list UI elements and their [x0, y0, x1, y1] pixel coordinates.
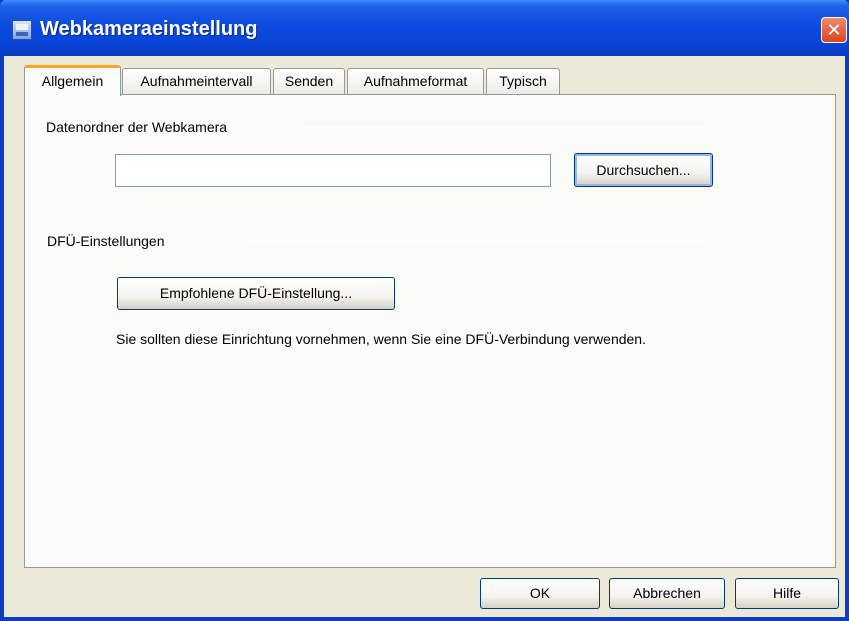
help-button-label: Hilfe: [772, 585, 801, 601]
recommended-dialup-button[interactable]: Empfohlene DFÜ-Einstellung...: [117, 277, 395, 310]
tab-allgemein[interactable]: Allgemein: [24, 65, 121, 96]
tab-aufnahmeformat[interactable]: Aufnahmeformat: [347, 68, 484, 95]
tab-typisch[interactable]: Typisch: [486, 68, 560, 95]
close-icon: ✕: [826, 20, 842, 40]
tab-label: Aufnahmeformat: [363, 73, 468, 89]
tab-label: Aufnahmeintervall: [140, 73, 253, 89]
dialup-section-divider: [242, 241, 710, 242]
dialup-section-label: DFÜ-Einstellungen: [47, 233, 165, 249]
tab-senden[interactable]: Senden: [273, 68, 345, 95]
folder-section-label: Datenordner der Webkamera: [46, 119, 228, 135]
folder-section-divider: [298, 127, 710, 128]
tab-label: Typisch: [499, 73, 547, 89]
cancel-button[interactable]: Abbrechen: [609, 578, 725, 609]
browse-button-label: Durchsuchen...: [596, 162, 691, 178]
title-bar[interactable]: Webkameraeinstellung ✕: [0, 0, 849, 56]
window-title: Webkameraeinstellung: [40, 18, 258, 40]
dialog-window: Webkameraeinstellung ✕ Allgemein Aufnahm…: [0, 0, 849, 621]
tab-aufnahmeintervall[interactable]: Aufnahmeintervall: [122, 68, 271, 95]
cancel-button-label: Abbrechen: [633, 585, 701, 601]
tab-label: Allgemein: [41, 73, 104, 89]
close-button[interactable]: ✕: [821, 17, 847, 43]
dialup-description: Sie sollten diese Einrichtung vornehmen,…: [116, 331, 646, 347]
tab-label: Senden: [284, 73, 334, 89]
ok-button[interactable]: OK: [480, 578, 600, 609]
folder-path-input[interactable]: [115, 154, 551, 187]
ok-button-label: OK: [529, 585, 551, 601]
app-icon: [12, 20, 32, 40]
recommended-dialup-button-label: Empfohlene DFÜ-Einstellung...: [159, 285, 353, 301]
help-button[interactable]: Hilfe: [735, 578, 839, 609]
browse-button[interactable]: Durchsuchen...: [574, 153, 713, 187]
